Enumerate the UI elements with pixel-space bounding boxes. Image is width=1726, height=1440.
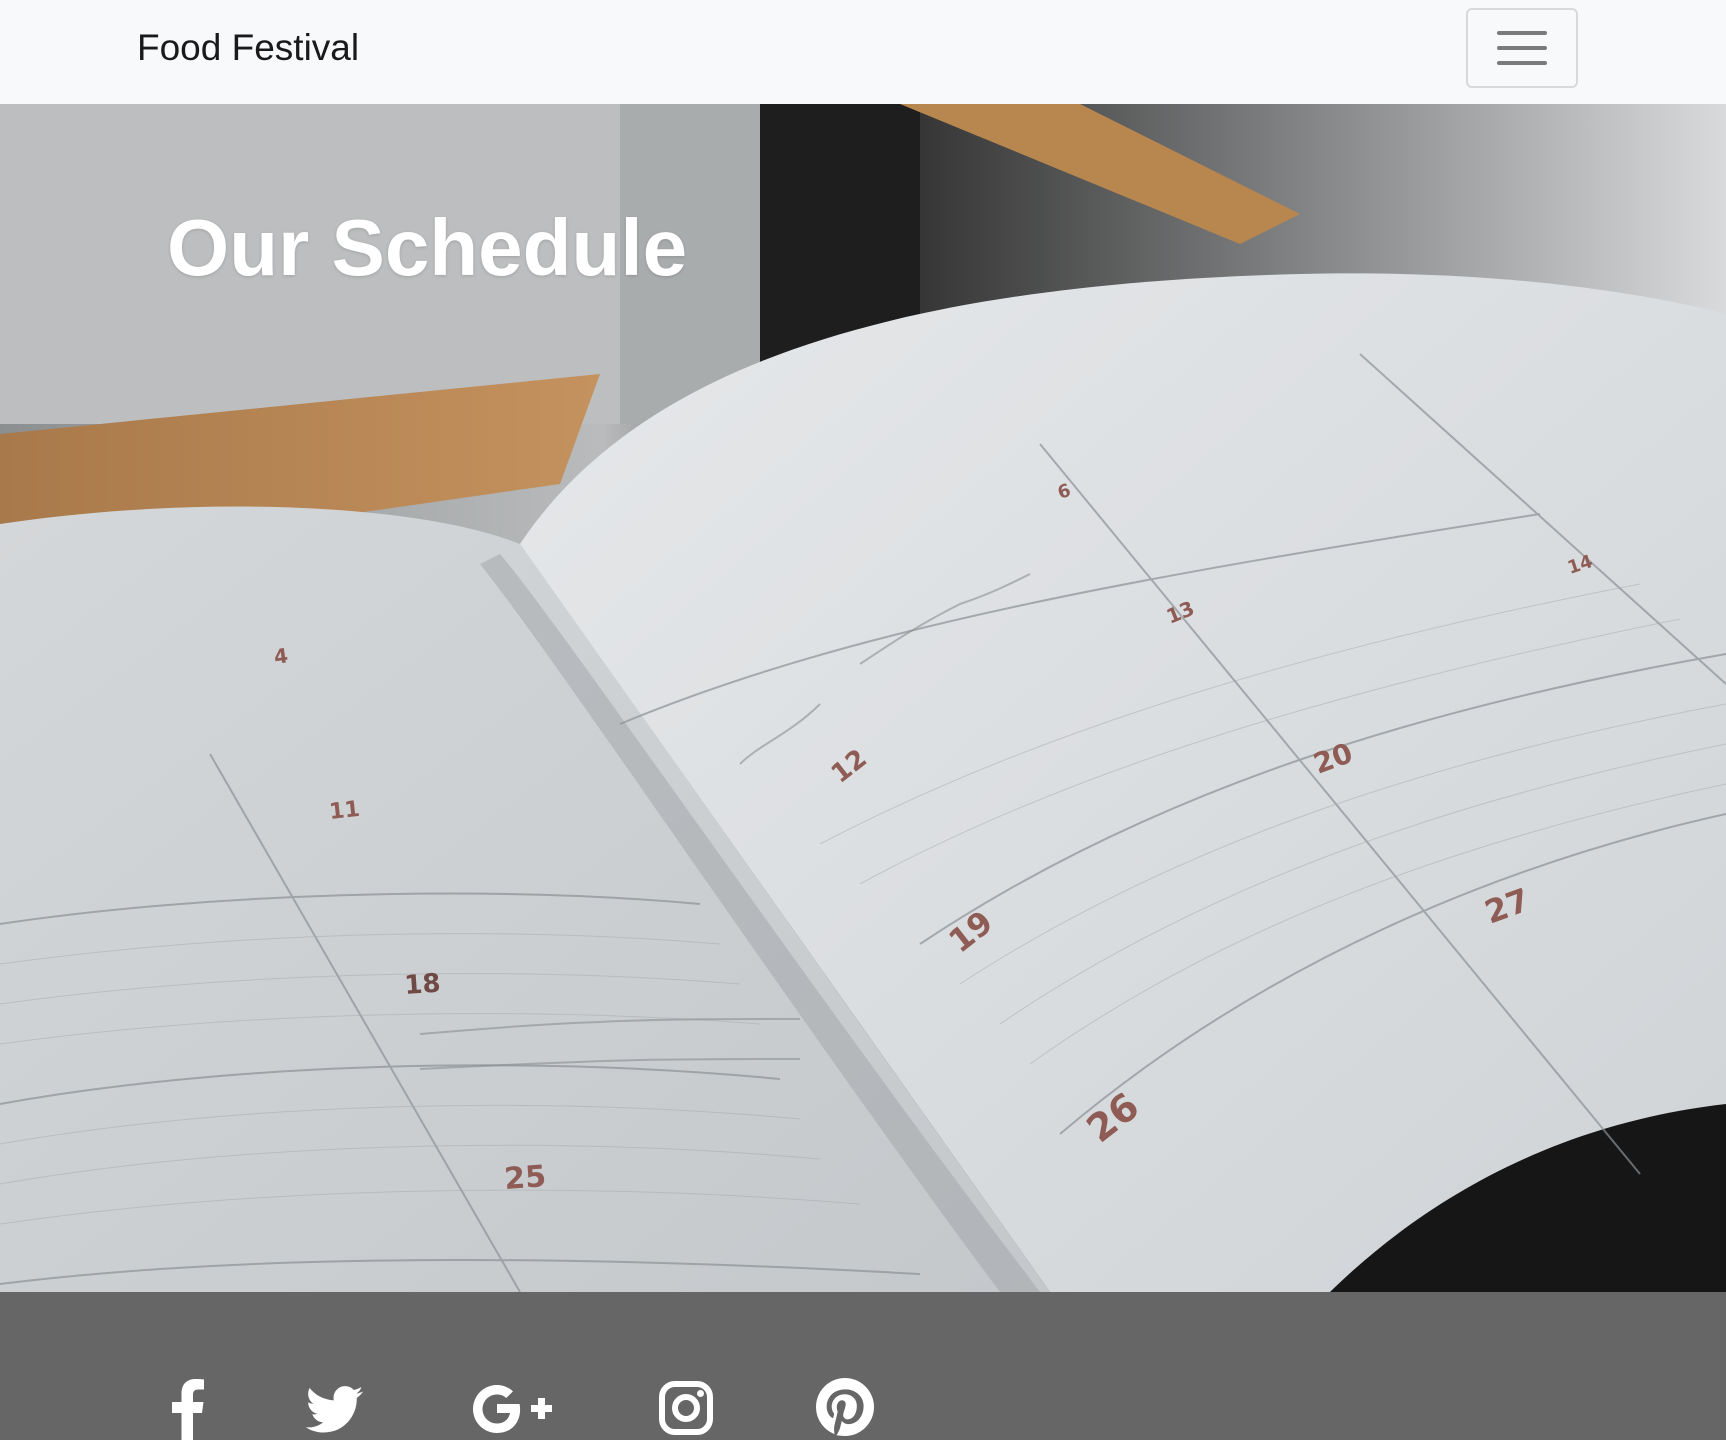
hamburger-bar <box>1497 46 1547 50</box>
facebook-icon <box>172 1379 204 1440</box>
navbar-toggler-button[interactable] <box>1466 8 1578 88</box>
hamburger-menu-icon <box>1497 31 1547 35</box>
hero-section: 4 11 18 25 12 19 26 13 20 27 14 6 Our Sc… <box>0 104 1726 1292</box>
facebook-link[interactable] <box>158 1378 214 1440</box>
twitter-icon <box>306 1386 364 1433</box>
brand-link[interactable]: Food Festival <box>137 26 359 70</box>
footer <box>0 1292 1726 1440</box>
calendar-number: 18 <box>403 969 441 1001</box>
calendar-number: 25 <box>503 1159 547 1197</box>
pinterest-link[interactable] <box>815 1378 875 1440</box>
calendar-number: 11 <box>328 797 361 825</box>
hamburger-bar <box>1497 61 1547 65</box>
google-plus-icon <box>473 1385 552 1433</box>
instagram-link[interactable] <box>657 1378 715 1440</box>
navbar: Food Festival <box>0 0 1726 104</box>
pinterest-icon <box>816 1378 874 1436</box>
page-title: Our Schedule <box>167 203 688 292</box>
google-plus-link[interactable] <box>470 1378 556 1440</box>
twitter-link[interactable] <box>303 1378 367 1440</box>
instagram-icon <box>659 1381 713 1435</box>
